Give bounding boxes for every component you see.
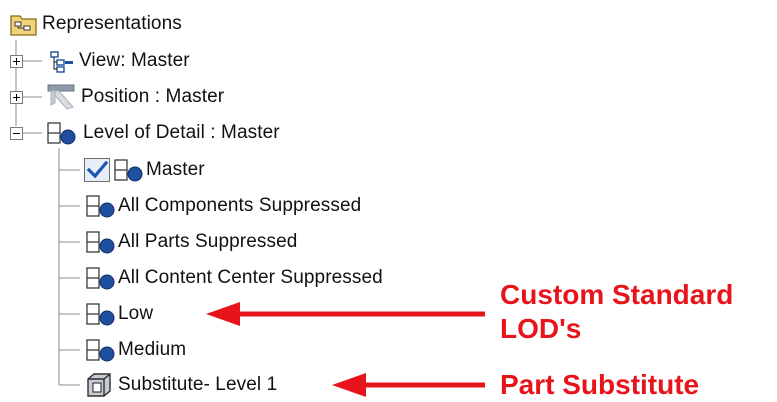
tree-node-lod-all-parts-suppressed[interactable]: All Parts Suppressed [84,227,297,257]
tree-node-label: All Parts Suppressed [118,231,298,252]
level-of-detail-icon [84,301,118,327]
tree-node-lod-medium[interactable]: Medium [84,335,186,365]
level-of-detail-icon [84,265,118,291]
tree-node-label: Level of Detail : Master [83,122,280,143]
expand-toggle-view[interactable] [10,55,23,68]
level-of-detail-icon [84,229,118,255]
tree-node-label: All Content Center Suppressed [118,267,383,288]
level-of-detail-icon [84,193,118,219]
tree-node-label: Low [118,303,154,324]
level-of-detail-icon [112,157,146,183]
collapse-toggle-lod[interactable] [10,127,23,140]
browser-tree: Representations View: Master Position : … [0,0,777,400]
annotation-line: Part Substitute [500,369,700,400]
tree-node-label: Position : Master [81,86,225,107]
tree-node-lod-master[interactable]: Master [84,155,205,185]
annotation-part-substitute: Part Substitute [500,368,699,402]
level-of-detail-icon [45,120,79,146]
annotation-line: LOD's [500,313,582,344]
level-of-detail-icon [84,337,118,363]
expand-toggle-position[interactable] [10,91,23,104]
tree-node-lod-all-content-center-suppressed[interactable]: All Content Center Suppressed [84,263,383,293]
tree-node-label: Representations [42,13,182,34]
arrow-custom-lod [206,302,485,326]
annotation-custom-standard-lods: Custom Standard LOD's [500,278,733,346]
tree-node-label: View: Master [79,50,190,71]
tree-node-label: All Components Suppressed [118,195,362,216]
annotation-line: Custom Standard [500,279,734,310]
arrow-part-substitute [332,373,485,397]
tree-node-lod-substitute-level-1[interactable]: Substitute- Level 1 [84,370,277,400]
tree-node-representations[interactable]: Representations [10,9,182,39]
tree-node-label: Substitute- Level 1 [118,374,278,395]
tree-node-label: Master [146,159,205,180]
tree-node-lod-all-components-suppressed[interactable]: All Components Suppressed [84,191,361,221]
active-checkbox[interactable] [84,158,110,182]
representations-folder-icon [10,11,38,37]
substitute-part-icon [84,371,118,399]
tree-node-label: Medium [118,339,187,360]
design-view-icon [45,48,75,74]
tree-node-lod-low[interactable]: Low [84,299,153,329]
tree-node-view[interactable]: View: Master [45,46,190,76]
position-icon [45,83,77,111]
tree-node-level-of-detail[interactable]: Level of Detail : Master [45,118,280,148]
tree-node-position[interactable]: Position : Master [45,82,224,112]
